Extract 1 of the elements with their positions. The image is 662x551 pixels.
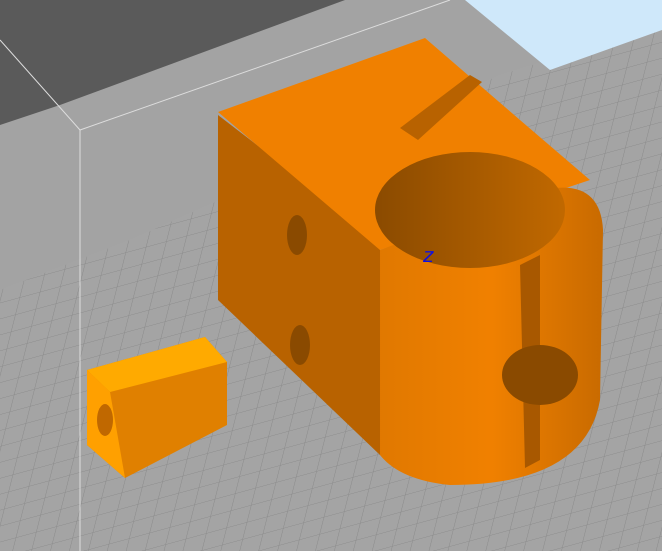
- axis-label: z: [423, 243, 434, 267]
